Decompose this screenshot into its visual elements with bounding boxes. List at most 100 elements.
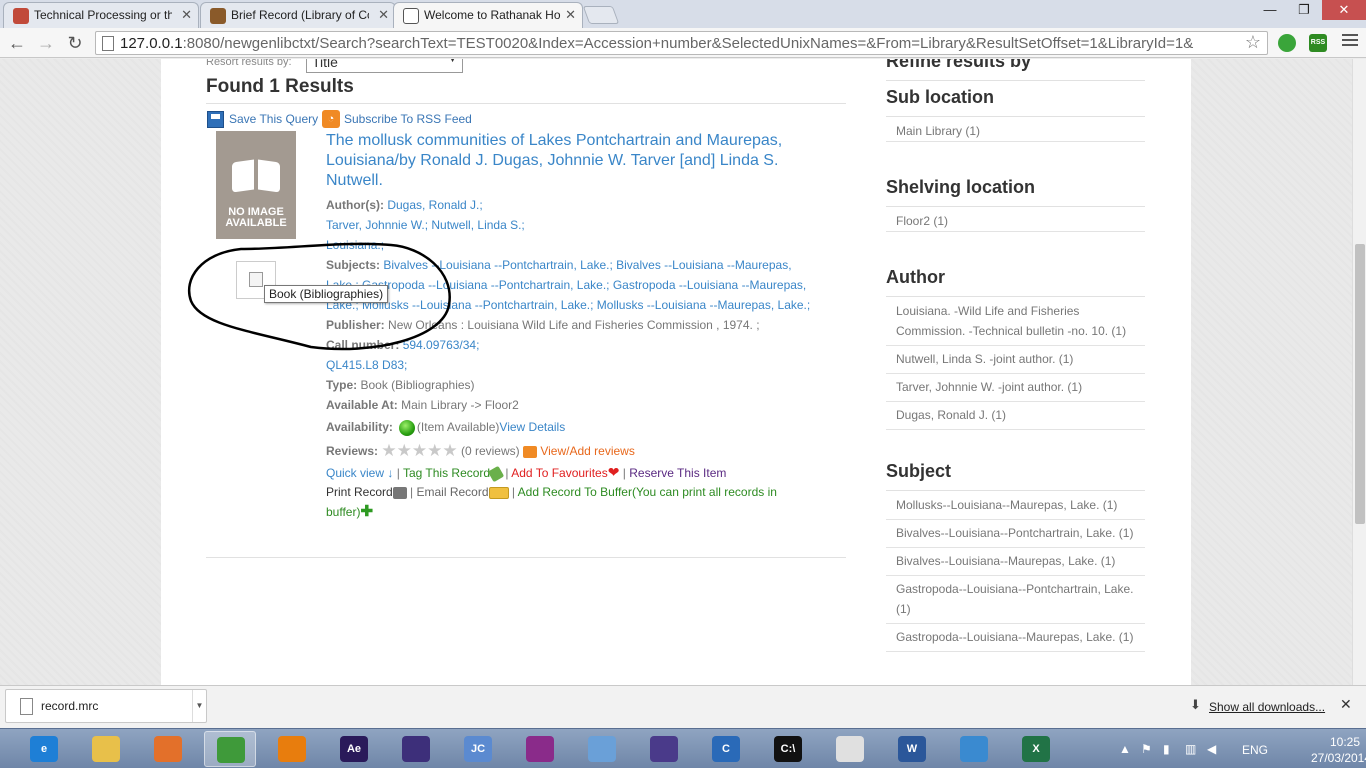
- facet-item[interactable]: Gastropoda--Louisiana--Maurepas, Lake. (…: [886, 627, 1145, 652]
- network-icon[interactable]: ▥: [1185, 742, 1196, 756]
- rating-stars[interactable]: ★★★★★: [381, 441, 457, 460]
- record-actions-row3: buffer)✚: [326, 504, 373, 519]
- add-to-buffer-link[interactable]: Add Record To Buffer(You can print all r…: [518, 485, 777, 499]
- type-field: Type: Book (Bibliographies): [326, 378, 475, 392]
- author-link[interactable]: Tarver, Johnnie W.; Nutwell, Linda S.;: [326, 218, 525, 232]
- download-arrow-icon: ⬇: [1190, 697, 1201, 712]
- taskbar-app-button[interactable]: C: [700, 731, 752, 767]
- email-record-link[interactable]: Email Record: [417, 485, 489, 499]
- facet-item[interactable]: Nutwell, Linda S. -joint author. (1): [886, 349, 1145, 374]
- star-icon[interactable]: ★: [397, 441, 412, 460]
- page-scrollbar[interactable]: [1352, 59, 1366, 685]
- taskbar-app-button[interactable]: [142, 731, 194, 767]
- add-favourites-link[interactable]: Add To Favourites: [511, 466, 608, 480]
- taskbar-app-button[interactable]: W: [886, 731, 938, 767]
- cover-image-placeholder[interactable]: NO IMAGE AVAILABLE: [216, 131, 296, 239]
- taskbar-app-button[interactable]: X: [1010, 731, 1062, 767]
- facet-item[interactable]: Dugas, Ronald J. (1): [886, 405, 1145, 430]
- tab-close-icon[interactable]: ✕: [378, 7, 389, 23]
- save-icon[interactable]: [207, 111, 224, 128]
- forward-arrow-icon[interactable]: →: [35, 32, 57, 54]
- menu-icon[interactable]: [1342, 34, 1358, 50]
- star-icon[interactable]: ★: [427, 441, 442, 460]
- rss-subscribe-link[interactable]: Subscribe To RSS Feed: [344, 112, 472, 126]
- flag-icon[interactable]: ⚑: [1141, 742, 1152, 756]
- facet-item[interactable]: Bivalves--Louisiana--Maurepas, Lake. (1): [886, 551, 1145, 576]
- taskbar-app-button[interactable]: C:\: [762, 731, 814, 767]
- view-details-link[interactable]: View Details: [499, 420, 565, 434]
- facet-item[interactable]: Gastropoda--Louisiana--Pontchartrain, La…: [886, 579, 1145, 624]
- clock-time[interactable]: 10:25: [1315, 735, 1366, 749]
- sort-label: Resort results by:: [206, 59, 292, 68]
- tab-close-icon[interactable]: ✕: [181, 7, 192, 23]
- envelope-icon: [488, 486, 509, 499]
- facet-item[interactable]: Bivalves--Louisiana--Pontchartrain, Lake…: [886, 523, 1145, 548]
- facet-item[interactable]: Tarver, Johnnie W. -joint author. (1): [886, 377, 1145, 402]
- download-item[interactable]: record.mrc ▼: [5, 689, 207, 723]
- window-close-button[interactable]: ✕: [1322, 0, 1366, 20]
- divider: [886, 206, 1145, 207]
- view-add-reviews-link[interactable]: View/Add reviews: [540, 444, 635, 458]
- facet-item[interactable]: Louisiana. -Wild Life and Fisheries Comm…: [886, 301, 1145, 346]
- close-icon[interactable]: ✕: [1340, 696, 1352, 713]
- taskbar-app-button[interactable]: Ae: [328, 731, 380, 767]
- taskbar-app-button[interactable]: [266, 731, 318, 767]
- address-bar[interactable]: 127.0.0.1:8080/newgenlibctxt/Search?sear…: [95, 31, 1268, 55]
- taskbar-app-button[interactable]: [80, 731, 132, 767]
- tab-brief-record[interactable]: Brief Record (Library of Co ✕: [200, 2, 396, 28]
- show-all-downloads-link[interactable]: Show all downloads...: [1209, 700, 1325, 714]
- back-arrow-icon[interactable]: ←: [6, 32, 28, 54]
- chevron-down-icon[interactable]: ▼: [192, 690, 206, 722]
- window-minimize-button[interactable]: —: [1254, 0, 1286, 20]
- reload-icon[interactable]: ↻: [64, 32, 86, 54]
- clock-date[interactable]: 27/03/2014: [1306, 751, 1366, 765]
- taskbar-app-button[interactable]: [204, 731, 256, 767]
- window-restore-button[interactable]: ❐: [1288, 0, 1320, 20]
- extension-rss-icon[interactable]: RSS: [1309, 34, 1327, 52]
- language-indicator[interactable]: ENG: [1242, 743, 1268, 757]
- tab-welcome-rathanak[interactable]: Welcome to Rathanak Ho ✕: [393, 2, 583, 28]
- star-icon[interactable]: ★: [442, 441, 457, 460]
- quick-view-link[interactable]: Quick view ↓: [326, 466, 393, 480]
- availability-field: Availability: (Item Available)View Detail…: [326, 420, 565, 436]
- save-query-link[interactable]: Save This Query: [229, 112, 318, 126]
- extension-green-icon[interactable]: [1278, 34, 1296, 52]
- url-text[interactable]: 127.0.0.1:8080/newgenlibctxt/Search?sear…: [120, 35, 1240, 52]
- scrollbar-thumb[interactable]: [1355, 244, 1365, 524]
- tab-close-icon[interactable]: ✕: [565, 7, 576, 23]
- reserve-item-link[interactable]: Reserve This Item: [629, 466, 726, 480]
- author-link[interactable]: Dugas, Ronald J.;: [387, 198, 482, 212]
- tag-record-link[interactable]: Tag This Record: [403, 466, 490, 480]
- taskbar-app-button[interactable]: [390, 731, 442, 767]
- record-title-link[interactable]: The mollusk communities of Lakes Pontcha…: [326, 131, 826, 191]
- star-icon[interactable]: ★: [381, 441, 396, 460]
- star-icon[interactable]: ★: [412, 441, 427, 460]
- add-to-buffer-link-cont[interactable]: buffer): [326, 505, 360, 519]
- bookmark-star-icon[interactable]: ☆: [1245, 32, 1261, 53]
- taskbar-app-button[interactable]: [638, 731, 690, 767]
- volume-icon[interactable]: ◀: [1207, 742, 1216, 756]
- divider: [886, 80, 1145, 81]
- taskbar-app-button[interactable]: e: [18, 731, 70, 767]
- reviews-field: Reviews: ★★★★★ (0 reviews) View/Add revi…: [326, 441, 635, 460]
- taskbar-app-button[interactable]: JC: [452, 731, 504, 767]
- tab-title: Technical Processing or th: [34, 8, 172, 22]
- taskbar-app-button[interactable]: [948, 731, 1000, 767]
- no-image-text: NO IMAGE AVAILABLE: [225, 206, 287, 229]
- new-tab-button[interactable]: [582, 6, 620, 24]
- facet-item[interactable]: Mollusks--Louisiana--Maurepas, Lake. (1): [886, 495, 1145, 520]
- call-number-link[interactable]: QL415.L8 D83;: [326, 358, 407, 372]
- tab-technical-processing[interactable]: Technical Processing or th ✕: [3, 2, 199, 28]
- power-icon[interactable]: ▮: [1163, 742, 1170, 756]
- rss-icon[interactable]: ◔: [322, 110, 340, 128]
- taskbar-app-button[interactable]: [514, 731, 566, 767]
- available-at-value: Main Library -> Floor2: [401, 398, 519, 412]
- facet-item[interactable]: Floor2 (1): [886, 211, 1145, 232]
- refine-heading: Refine results by: [886, 59, 1032, 71]
- sort-select[interactable]: Title ▼: [306, 59, 463, 73]
- tray-expand-icon[interactable]: ▲: [1119, 742, 1131, 756]
- facet-item[interactable]: Main Library (1): [886, 121, 1145, 142]
- taskbar-app-button[interactable]: [824, 731, 876, 767]
- taskbar-app-button[interactable]: [576, 731, 628, 767]
- print-record-link[interactable]: Print Record: [326, 485, 393, 499]
